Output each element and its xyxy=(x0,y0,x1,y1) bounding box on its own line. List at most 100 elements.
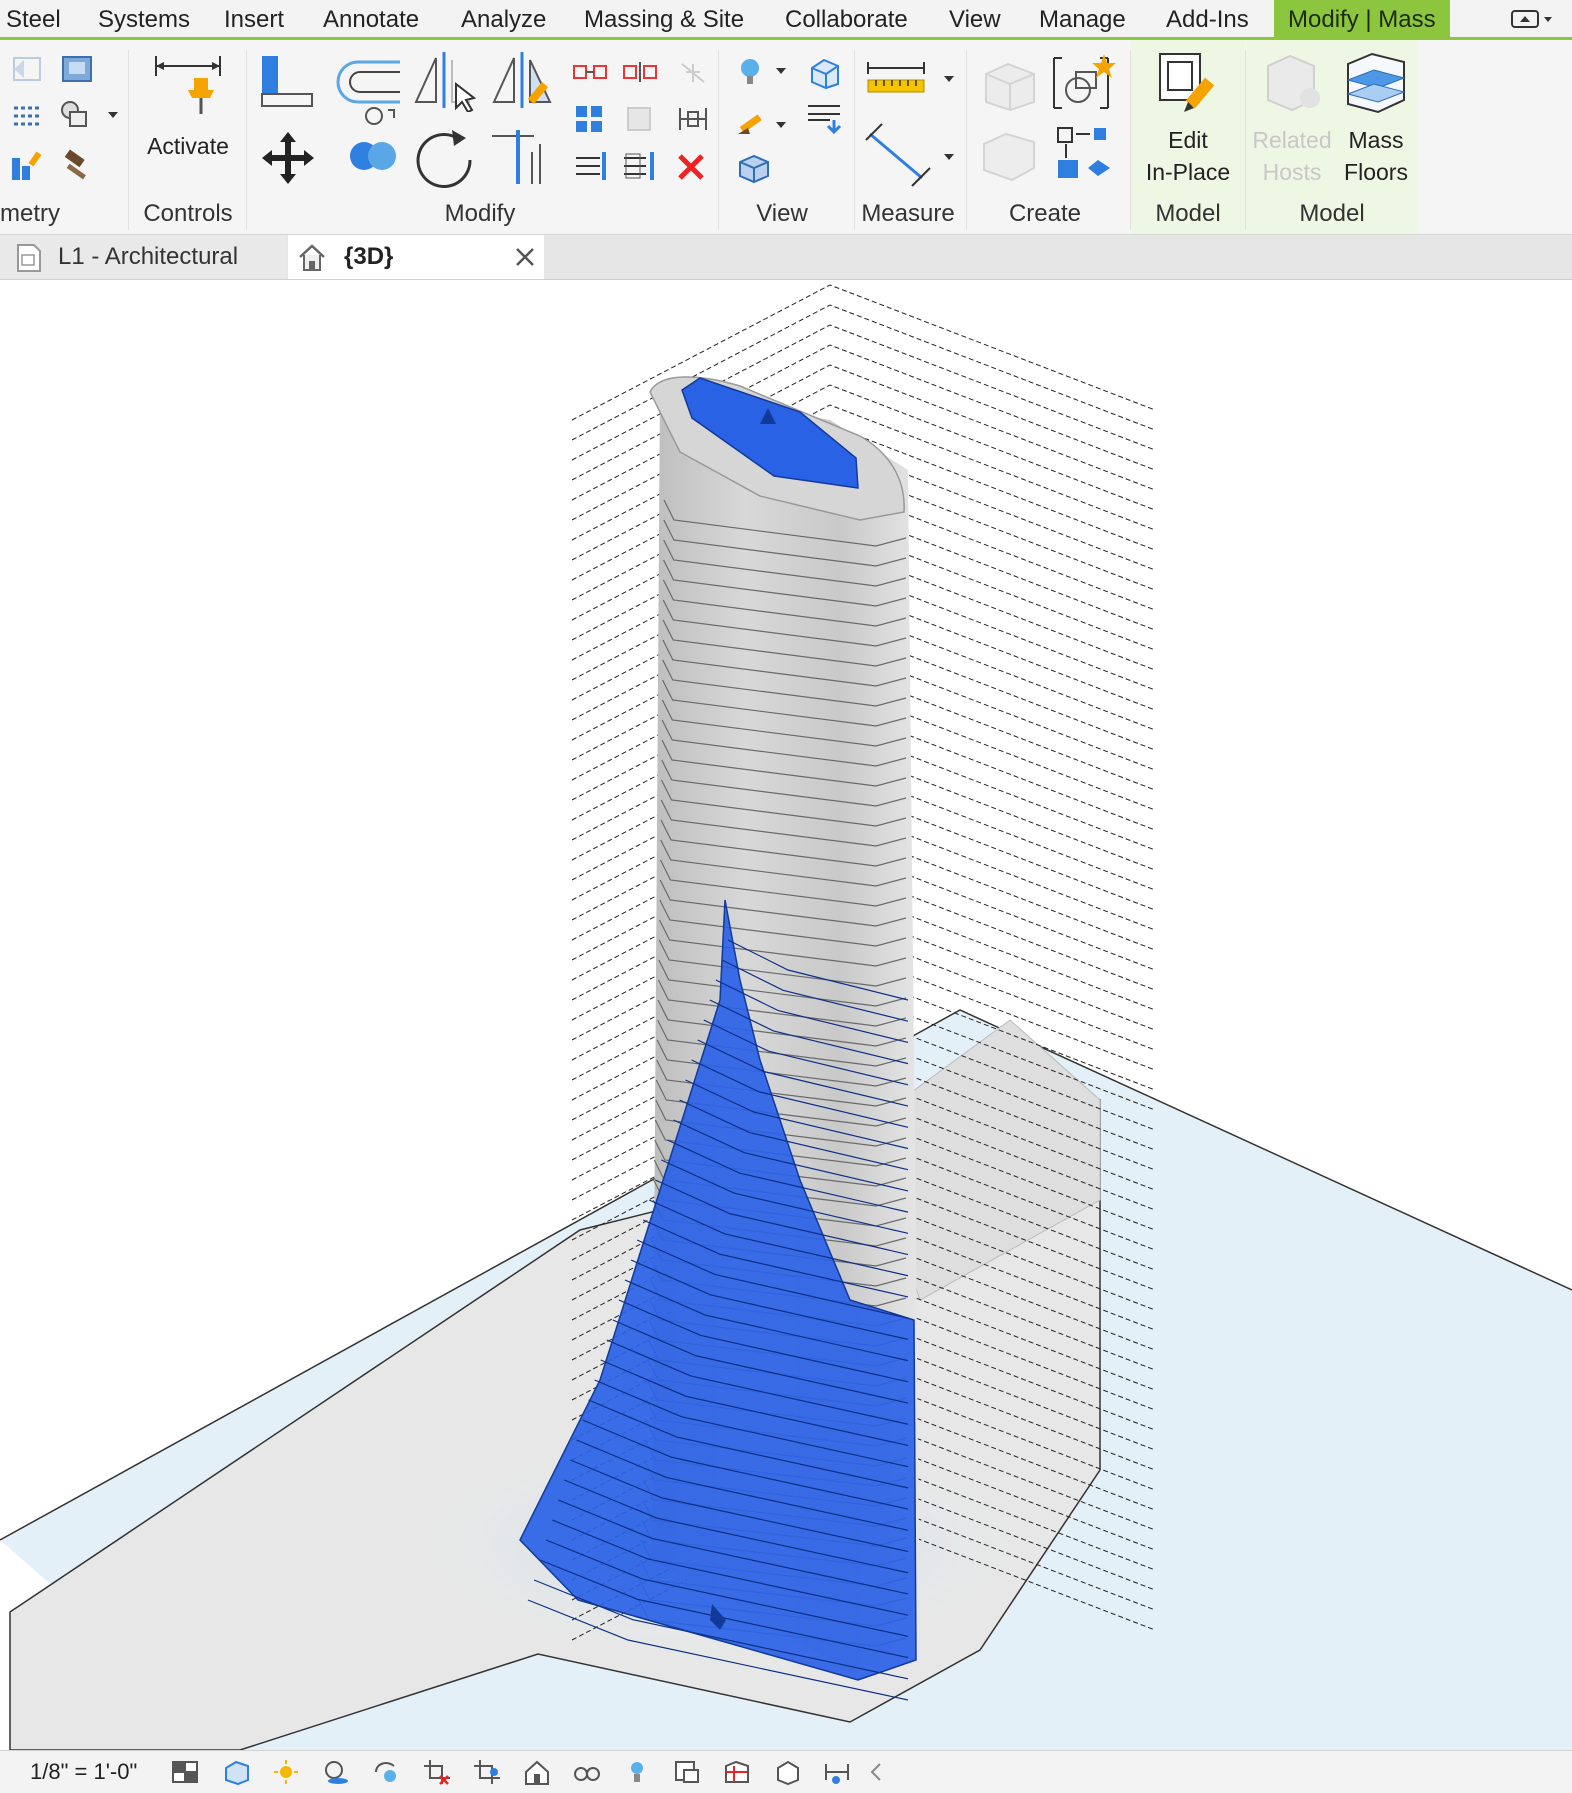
copy-icon[interactable] xyxy=(346,126,400,174)
edit-in-place-label-1: Edit xyxy=(1168,127,1208,153)
close-icon[interactable] xyxy=(514,246,536,268)
panel-divider xyxy=(718,50,719,230)
unpin-icon[interactable] xyxy=(678,60,708,86)
visual-style-icon[interactable] xyxy=(222,1758,252,1786)
panel-label-create: Create xyxy=(1008,200,1082,227)
sun-path-icon[interactable] xyxy=(272,1758,302,1786)
activate-button[interactable]: Activate xyxy=(136,46,240,196)
panel-divider xyxy=(128,50,129,230)
view-control-bar: 1/8" = 1'-0" xyxy=(0,1750,1572,1793)
related-hosts-label-2: Hosts xyxy=(1262,159,1322,185)
activate-label: Activate xyxy=(147,133,229,159)
panel-divider xyxy=(246,50,247,230)
view-tab-3d[interactable]: {3D} xyxy=(288,235,544,279)
level-line xyxy=(571,304,1156,441)
ribbon: metry Activate Controls Modify View Meas… xyxy=(0,40,1572,235)
temporary-hide-icon[interactable] xyxy=(572,1758,602,1786)
delete-icon[interactable] xyxy=(676,152,706,182)
chevron-left-icon[interactable] xyxy=(866,1758,886,1786)
paint-icon[interactable] xyxy=(10,148,46,182)
related-hosts-icon xyxy=(1267,54,1320,112)
tab-massing-site[interactable]: Massing & Site xyxy=(584,0,744,37)
tab-view[interactable]: View xyxy=(949,0,1001,37)
tab-modify-mass[interactable]: Modify | Mass xyxy=(1274,0,1450,40)
tab-add-ins[interactable]: Add-Ins xyxy=(1166,0,1249,37)
tab-insert[interactable]: Insert xyxy=(224,0,284,37)
create-group-icon[interactable] xyxy=(1050,50,1118,114)
geometry-tool-icon[interactable] xyxy=(10,54,46,84)
move-icon[interactable] xyxy=(258,128,318,188)
mass-model-drawing[interactable] xyxy=(0,280,1572,1750)
crop-view-icon[interactable] xyxy=(422,1758,452,1786)
worksharing-display-icon[interactable] xyxy=(722,1758,752,1786)
panel-label-modify: Modify xyxy=(444,200,516,227)
panel-divider xyxy=(966,50,967,230)
edit-in-place-button[interactable]: Edit In-Place xyxy=(1136,46,1240,196)
pin-icon[interactable] xyxy=(676,104,710,134)
split-with-gap-icon[interactable] xyxy=(622,60,658,84)
mirror-pick-axis-icon[interactable] xyxy=(412,50,476,112)
tab-systems[interactable]: Systems xyxy=(98,0,190,37)
show-crop-region-icon[interactable] xyxy=(472,1758,502,1786)
thin-lines-icon[interactable] xyxy=(806,102,842,136)
view-tab-l1-architectural[interactable]: L1 - Architectural xyxy=(0,235,286,279)
tab-collaborate[interactable]: Collaborate xyxy=(785,0,908,37)
panel-label-view: View xyxy=(756,200,808,227)
override-graphics-icon[interactable] xyxy=(736,56,790,90)
related-hosts-button[interactable]: Related Hosts xyxy=(1250,46,1334,196)
view-tab-label: {3D} xyxy=(344,243,394,270)
offset-icon[interactable] xyxy=(334,58,404,108)
mirror-draw-axis-icon[interactable] xyxy=(490,50,554,112)
shadows-icon[interactable] xyxy=(322,1758,352,1786)
demolish-hammer-icon[interactable] xyxy=(60,148,96,182)
floor-plan-view-icon xyxy=(17,244,41,272)
view-tabs-bar: L1 - Architectural {3D} xyxy=(0,235,1572,280)
split-element-icon[interactable] xyxy=(572,60,608,84)
ribbon-minimize-icon[interactable] xyxy=(1510,8,1554,30)
view-cube-icon[interactable] xyxy=(806,56,842,90)
measure-between-two-references-icon[interactable] xyxy=(864,60,960,100)
create-parts-icon[interactable] xyxy=(978,52,1042,112)
mass-floors-label-1: Mass xyxy=(1348,127,1404,153)
trim-extend-icon[interactable] xyxy=(488,124,552,188)
section-box-icon[interactable] xyxy=(736,152,772,184)
tab-annotate[interactable]: Annotate xyxy=(323,0,419,37)
reveal-hidden-icon[interactable] xyxy=(622,1758,652,1786)
panel-label-model: Model xyxy=(1155,200,1221,227)
related-hosts-label-1: Related xyxy=(1252,127,1332,153)
group-icon[interactable] xyxy=(624,104,654,134)
analytical-model-icon[interactable] xyxy=(822,1758,852,1786)
panel-label-model: Model xyxy=(1299,200,1365,227)
join-geometry-icon[interactable] xyxy=(58,100,122,132)
temporary-view-properties-icon[interactable] xyxy=(672,1758,702,1786)
mass-floors-icon xyxy=(1346,52,1406,114)
trim-multiple-icon[interactable] xyxy=(574,150,610,182)
linework-icon[interactable] xyxy=(736,104,790,140)
rotate-icon[interactable] xyxy=(412,124,476,188)
edit-in-place-icon xyxy=(1159,53,1215,112)
array-icon[interactable] xyxy=(574,104,604,134)
cope-icon[interactable] xyxy=(60,54,96,84)
dimension-aligned-icon[interactable] xyxy=(864,120,960,190)
split-face-icon[interactable] xyxy=(10,102,46,132)
mass-floors-button[interactable]: Mass Floors xyxy=(1336,46,1416,196)
ribbon-tab-bar: Steel Systems Insert Annotate Analyze Ma… xyxy=(0,0,1572,40)
panel-label-geometry: metry xyxy=(0,200,60,227)
edit-in-place-label-2: In-Place xyxy=(1145,159,1231,185)
reveal-constraints-icon[interactable] xyxy=(772,1758,802,1786)
3d-view-canvas[interactable] xyxy=(0,280,1572,1750)
align-icon[interactable] xyxy=(258,54,318,110)
tab-analyze[interactable]: Analyze xyxy=(461,0,546,37)
unlocked-3d-view-icon[interactable] xyxy=(522,1758,552,1786)
view-scale[interactable]: 1/8" = 1'-0" xyxy=(30,1759,137,1785)
view-tab-label: L1 - Architectural xyxy=(58,243,239,270)
extend-multiple-icon[interactable] xyxy=(622,150,658,182)
detail-level-icon[interactable] xyxy=(170,1758,200,1786)
panel-divider xyxy=(854,50,855,230)
create-assembly-icon[interactable] xyxy=(978,124,1042,184)
show-rendering-icon[interactable] xyxy=(372,1758,402,1786)
create-similar-icon[interactable] xyxy=(1054,124,1118,184)
tab-manage[interactable]: Manage xyxy=(1039,0,1126,37)
tab-steel[interactable]: Steel xyxy=(6,0,61,37)
home-view-icon xyxy=(299,244,325,271)
